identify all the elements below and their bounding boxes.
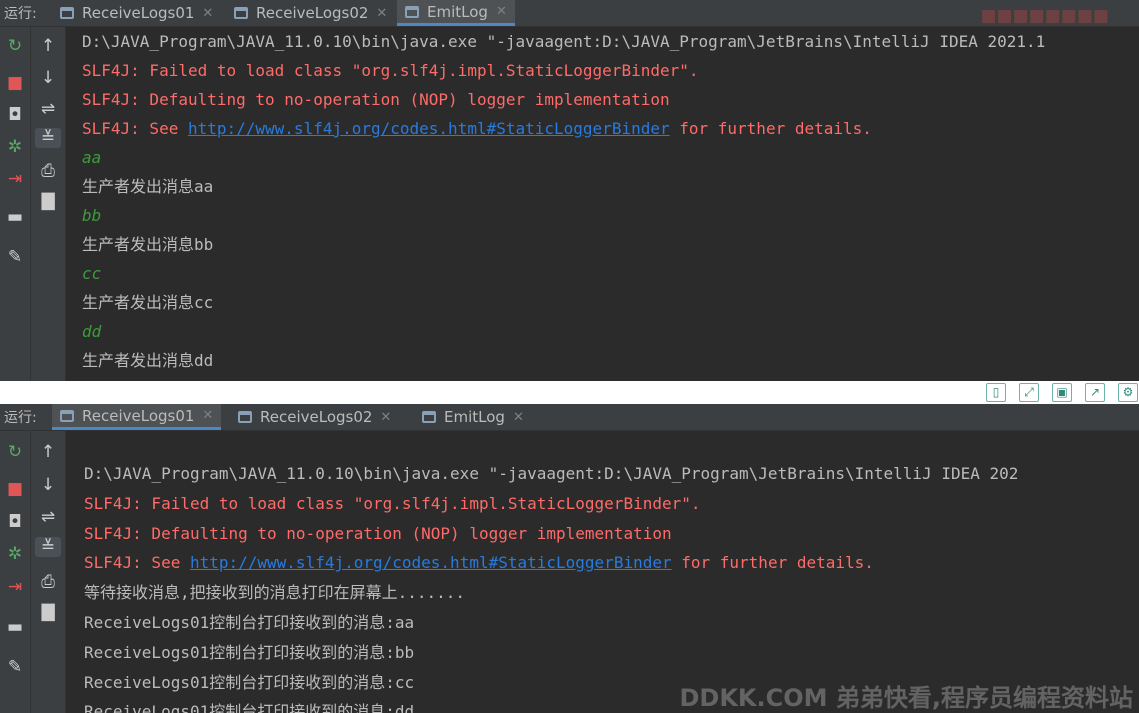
output-line: 等待接收消息,把接收到的消息打印在屏幕上....... <box>84 583 466 603</box>
run-tab-bar: 运行: ReceiveLogs01 ✕ ReceiveLogs02 ✕ Emit… <box>0 404 1139 431</box>
down-arrow-icon[interactable]: ↓ <box>31 68 65 88</box>
tab-receivelogs01[interactable]: ReceiveLogs01 ✕ <box>52 0 221 26</box>
receivelogs01-run-panel: 运行: ReceiveLogs01 ✕ ReceiveLogs02 ✕ Emit… <box>0 404 1139 713</box>
trash-icon[interactable]: ▇ <box>31 602 65 622</box>
watermark-top: ■■■■■■■■ <box>980 6 1110 26</box>
log-link[interactable]: http://www.slf4j.org/codes.html#StaticLo… <box>190 553 672 572</box>
output-line: ReceiveLogs01控制台打印接收到的消息:dd <box>84 702 415 713</box>
scroll-to-end-icon[interactable]: ≚ <box>35 537 61 557</box>
close-icon[interactable]: ✕ <box>202 408 213 423</box>
print-icon[interactable]: ⎙ <box>31 161 65 181</box>
exit-icon[interactable]: ⇥ <box>0 577 30 597</box>
run-label: 运行: <box>4 410 37 426</box>
close-icon[interactable]: ✕ <box>376 6 387 21</box>
input-echo-line: dd <box>82 322 102 341</box>
log-prefix: SLF4J: See <box>84 553 190 573</box>
tab-label: EmitLog <box>444 408 505 426</box>
run-right-toolbar: ↑ ↓ ⇌ ≚ ⎙ ▇ <box>31 27 66 381</box>
console-icon <box>60 7 74 19</box>
output-line: ReceiveLogs01控制台打印接收到的消息:cc <box>84 672 415 692</box>
output-line: ReceiveLogs01控制台打印接收到的消息:aa <box>84 613 415 632</box>
fullscreen-icon[interactable]: ⤢ <box>1019 383 1039 402</box>
scroll-to-end-icon[interactable]: ≚ <box>35 128 61 148</box>
panel-separator: ▯ ⤢ ▣ ↗ ⚙ <box>0 381 1139 404</box>
run-tab-bar: 运行: ReceiveLogs01 ✕ ReceiveLogs02 ✕ Emit… <box>0 0 1139 27</box>
print-icon[interactable]: ⎙ <box>31 572 65 592</box>
stop-icon[interactable]: ■ <box>0 479 30 499</box>
save-icon[interactable]: ▣ <box>1052 383 1072 402</box>
output-line: ReceiveLogs01控制台打印接收到的消息:bb <box>84 642 415 662</box>
rerun-icon[interactable]: ↻ <box>0 442 30 462</box>
run-left-toolbar: ↻ ■ ◘ ✲ ⇥ ▬ ✎ <box>0 27 31 381</box>
output-line: 生产者发出消息aa <box>82 177 214 196</box>
warning-line: SLF4J: Failed to load class "org.slf4j.i… <box>82 61 699 80</box>
warning-line: SLF4J: Defaulting to no-operation (NOP) … <box>82 90 670 109</box>
console-output[interactable]: D:\JAVA_Program\JAVA_11.0.10\bin\java.ex… <box>66 431 1139 713</box>
console-icon <box>234 7 248 19</box>
input-echo-line: bb <box>82 206 102 225</box>
close-icon[interactable]: ✕ <box>513 410 524 425</box>
run-label: 运行: <box>4 6 37 22</box>
tab-label: ReceiveLogs01 <box>82 406 195 425</box>
console-icon <box>238 411 252 423</box>
command-line: D:\JAVA_Program\JAVA_11.0.10\bin\java.ex… <box>84 464 1019 483</box>
run-right-toolbar: ↑ ↓ ⇌ ≚ ⎙ ▇ <box>31 431 66 713</box>
tab-emitlog[interactable]: EmitLog ✕ <box>414 404 532 430</box>
bookmark-icon[interactable]: ▯ <box>986 383 1006 402</box>
watermark: DDKK.COM 弟弟快看,程序员编程资料站 <box>679 684 1133 712</box>
tab-emitlog[interactable]: EmitLog ✕ <box>397 0 515 26</box>
log-suffix: for further details. <box>671 553 874 573</box>
tab-receivelogs01[interactable]: ReceiveLogs01 ✕ <box>52 404 222 430</box>
console-icon <box>405 5 419 18</box>
tab-receivelogs02[interactable]: ReceiveLogs02 ✕ <box>226 0 395 26</box>
tab-label: ReceiveLogs02 <box>256 4 369 22</box>
log-link[interactable]: http://www.slf4j.org/codes.html#StaticLo… <box>188 119 670 138</box>
warning-line: SLF4J: Defaulting to no-operation (NOP) … <box>84 523 672 543</box>
tab-receivelogs02[interactable]: ReceiveLogs02 ✕ <box>230 404 399 430</box>
console-icon <box>60 409 74 422</box>
camera-icon[interactable]: ◘ <box>0 512 30 532</box>
close-icon[interactable]: ✕ <box>380 410 391 425</box>
debug-icon[interactable]: ✲ <box>0 544 30 564</box>
trash-icon[interactable]: ▇ <box>31 191 65 211</box>
log-prefix: SLF4J: See <box>82 119 188 138</box>
up-arrow-icon[interactable]: ↑ <box>31 36 65 56</box>
close-icon[interactable]: ✕ <box>202 6 213 21</box>
input-echo-line: cc <box>82 264 102 283</box>
log-suffix: for further details. <box>669 119 872 138</box>
up-arrow-icon[interactable]: ↑ <box>31 442 65 462</box>
settings-icon[interactable]: ⚙ <box>1118 383 1138 402</box>
run-left-toolbar: ↻ ■ ◘ ✲ ⇥ ▬ ✎ <box>0 431 31 713</box>
tab-label: EmitLog <box>427 2 488 21</box>
exit-icon[interactable]: ⇥ <box>0 169 30 189</box>
soft-wrap-icon[interactable]: ⇌ <box>31 99 65 119</box>
console-line: SLF4J: See http://www.slf4j.org/codes.ht… <box>84 552 874 574</box>
stop-icon[interactable]: ■ <box>0 73 30 93</box>
console-line: SLF4J: See http://www.slf4j.org/codes.ht… <box>82 118 872 140</box>
command-line: D:\JAVA_Program\JAVA_11.0.10\bin\java.ex… <box>82 32 1046 51</box>
share-icon[interactable]: ↗ <box>1085 383 1105 402</box>
camera-icon[interactable]: ◘ <box>0 105 30 125</box>
output-line: 生产者发出消息dd <box>82 351 214 370</box>
emitlog-run-panel: 运行: ReceiveLogs01 ✕ ReceiveLogs02 ✕ Emit… <box>0 0 1139 381</box>
layout-icon[interactable]: ▬ <box>0 207 30 227</box>
input-echo-line: aa <box>82 148 102 167</box>
debug-icon[interactable]: ✲ <box>0 137 30 157</box>
pin-icon[interactable]: ✎ <box>0 657 30 677</box>
tab-label: ReceiveLogs01 <box>82 4 195 22</box>
pin-icon[interactable]: ✎ <box>0 247 30 267</box>
console-icon <box>422 411 436 423</box>
warning-line: SLF4J: Failed to load class "org.slf4j.i… <box>84 493 701 513</box>
console-output[interactable]: D:\JAVA_Program\JAVA_11.0.10\bin\java.ex… <box>66 27 1139 381</box>
soft-wrap-icon[interactable]: ⇌ <box>31 507 65 527</box>
close-icon[interactable]: ✕ <box>496 4 507 19</box>
output-line: 生产者发出消息bb <box>82 235 214 254</box>
down-arrow-icon[interactable]: ↓ <box>31 475 65 495</box>
layout-icon[interactable]: ▬ <box>0 617 30 637</box>
tab-label: ReceiveLogs02 <box>260 408 373 426</box>
rerun-icon[interactable]: ↻ <box>0 36 30 56</box>
output-line: 生产者发出消息cc <box>82 293 214 312</box>
